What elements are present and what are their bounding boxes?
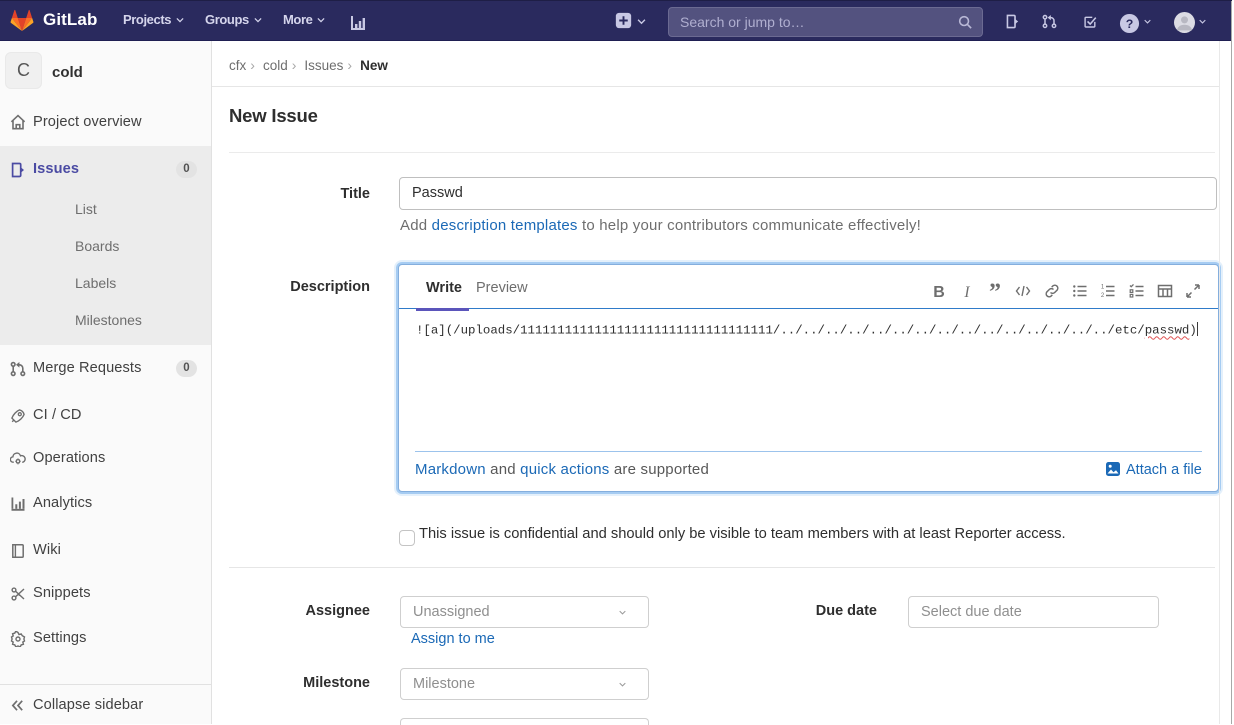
- svg-text:B: B: [933, 284, 945, 299]
- svg-text:1: 1: [1101, 285, 1105, 291]
- svg-text:?: ?: [1126, 17, 1134, 31]
- svg-text:2: 2: [1101, 293, 1105, 299]
- svg-text:I: I: [963, 284, 970, 299]
- svg-text:”: ”: [989, 283, 1001, 299]
